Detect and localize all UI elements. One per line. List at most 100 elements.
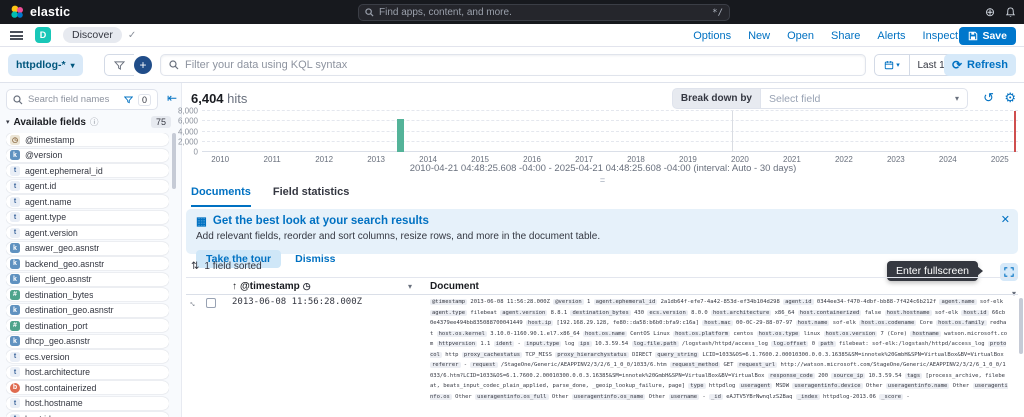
date-picker-calendar-button[interactable]: ▾	[874, 54, 910, 76]
nav-link-new[interactable]: New	[748, 30, 770, 42]
doc-field-value: 8.0.0	[688, 310, 711, 316]
doc-field-value: centos	[730, 331, 757, 337]
doc-table-scrollbar[interactable]	[1019, 298, 1023, 354]
doc-field-value: LCID=1033&OS=6.1.7600.2.00010300.0.0.3.1…	[699, 352, 1004, 358]
y-axis-tick-label: 2,000	[178, 137, 198, 146]
field-name: @timestamp	[25, 135, 75, 145]
field-name: agent.id	[25, 181, 56, 191]
field-item-answer_geo.asnstr[interactable]: kanswer_geo.asnstr	[6, 242, 169, 255]
doc-field-value: -	[903, 394, 910, 400]
field-name: client_geo.asnstr	[25, 274, 92, 284]
field-item-agent.ephemeral_id[interactable]: tagent.ephemeral_id	[6, 164, 169, 177]
tab-field-statistics[interactable]: Field statistics	[273, 186, 349, 207]
doc-field-value: [192.168.29.128, fe80::da58:b6b0:bfa9:c1…	[553, 320, 702, 326]
data-view-picker[interactable]: httpdlog-* ▾	[8, 54, 83, 76]
refresh-icon: ⟳	[952, 58, 962, 72]
field-item-dhcp_geo.asnstr[interactable]: kdhcp_geo.asnstr	[6, 335, 169, 348]
field-item-host.containerized[interactable]: bhost.containerized	[6, 381, 169, 394]
save-button[interactable]: Save	[959, 27, 1016, 45]
timestamp-column-header[interactable]: ↑ @timestamp ◷	[232, 281, 311, 292]
doc-field-value: 00-0C-29-88-07-97	[733, 320, 796, 326]
doc-field-name-chip: hostname	[910, 331, 941, 337]
doc-field-name-chip: proxy_cachestatus	[462, 352, 522, 358]
histogram-settings-gear-icon[interactable]: ⚙	[1004, 90, 1016, 106]
field-item-agent.name[interactable]: tagent.name	[6, 195, 169, 208]
tab-documents[interactable]: Documents	[191, 186, 251, 207]
field-item-agent.type[interactable]: tagent.type	[6, 211, 169, 224]
global-search-input[interactable]: Find apps, content, and more. */	[358, 4, 730, 21]
brand-name: elastic	[30, 5, 70, 19]
breakdown-select[interactable]: Select field ▾	[760, 88, 968, 109]
histogram-bar-2013-06[interactable]	[397, 119, 404, 152]
row-checkbox[interactable]	[206, 298, 216, 308]
sidebar-scrollbar[interactable]	[172, 133, 176, 189]
doc-field-name-chip: host.ip	[526, 320, 553, 326]
field-item-@timestamp[interactable]: ◷@timestamp	[6, 133, 169, 146]
doc-field-name-chip: username	[669, 394, 700, 400]
field-item-agent.id[interactable]: tagent.id	[6, 180, 169, 193]
doc-field-value: 430	[631, 310, 648, 316]
sorted-fields-label: 1 field sorted	[204, 261, 261, 272]
app-nav-bar: D Discover ✓ OptionsNewOpenShareAlertsIn…	[0, 24, 1024, 47]
expand-row-icon[interactable]: ↔	[187, 296, 200, 309]
add-filter-button[interactable]: +	[134, 56, 152, 74]
notifications-bell-icon[interactable]	[1005, 7, 1016, 18]
dismiss-button[interactable]: Dismiss	[295, 253, 335, 265]
field-search-input[interactable]: Search field names 0	[6, 89, 158, 110]
field-item-ecs.version[interactable]: tecs.version	[6, 350, 169, 363]
field-name: backend_geo.asnstr	[25, 259, 104, 269]
field-item-destination_geo.asnstr[interactable]: kdestination_geo.asnstr	[6, 304, 169, 317]
field-item-destination_port[interactable]: #destination_port	[6, 319, 169, 332]
field-item-backend_geo.asnstr[interactable]: kbackend_geo.asnstr	[6, 257, 169, 270]
kql-search-input[interactable]: Filter your data using KQL syntax	[160, 54, 866, 76]
panel-resize-handle[interactable]: =	[182, 175, 1024, 185]
global-search-placeholder: Find apps, content, and more.	[379, 7, 707, 18]
field-item-host.hostname[interactable]: thost.hostname	[6, 397, 169, 410]
nav-link-options[interactable]: Options	[693, 30, 731, 42]
histogram-reset-icon[interactable]: ↺	[983, 90, 994, 106]
field-type-keyword-icon: k	[10, 336, 20, 346]
nav-link-open[interactable]: Open	[787, 30, 814, 42]
discover-app-badge[interactable]: D	[35, 27, 51, 43]
doc-field-value: Other	[549, 394, 572, 400]
calendar-icon	[884, 60, 894, 70]
doc-field-name-chip: httpversion	[437, 341, 477, 347]
doc-field-name-chip: host.os.name	[583, 331, 627, 337]
field-item-client_geo.asnstr[interactable]: kclient_geo.asnstr	[6, 273, 169, 286]
field-filter-icon[interactable]	[124, 96, 133, 104]
field-item-host.architecture[interactable]: thost.architecture	[6, 366, 169, 379]
global-header: elastic Find apps, content, and more. */…	[0, 0, 1024, 24]
result-tabs: Documents Field statistics	[191, 186, 349, 207]
close-icon[interactable]: ✕	[1001, 213, 1010, 226]
doc-field-value: 1	[584, 299, 594, 305]
document-column-header[interactable]: Document	[430, 281, 479, 292]
histogram-chart[interactable]: 02,0004,0006,0008,0002010201120122013201…	[202, 111, 1018, 152]
saved-query-filter-button[interactable]	[104, 54, 134, 76]
doc-field-value: -	[461, 362, 471, 368]
field-name: host.containerized	[25, 383, 96, 393]
doc-table-toolbar[interactable]: ⇅ 1 field sorted	[191, 261, 262, 272]
nav-link-alerts[interactable]: Alerts	[877, 30, 905, 42]
field-item-@version[interactable]: k@version	[6, 149, 169, 162]
menu-hamburger-icon[interactable]	[10, 31, 23, 40]
doc-field-value: 8.8.1	[547, 310, 570, 316]
refresh-button[interactable]: ⟳ Refresh	[944, 54, 1016, 76]
doc-field-name-chip: useragentinfo.os_name	[572, 394, 646, 400]
doc-table-header: ↑ @timestamp ◷ ▾ Document	[186, 277, 1018, 295]
main-content: 6,404 hits Break down by Select field ▾ …	[182, 83, 1024, 417]
field-item-destination_bytes[interactable]: #destination_bytes	[6, 288, 169, 301]
collapse-sidebar-icon[interactable]: ⇤	[167, 91, 177, 105]
field-item-agent.version[interactable]: tagent.version	[6, 226, 169, 239]
breadcrumb[interactable]: Discover	[63, 27, 122, 43]
available-fields-header[interactable]: ▾ Available fields ⓘ 75	[6, 116, 171, 128]
doc-field-name-chip: ips	[578, 341, 592, 347]
elastic-brand[interactable]: elastic	[0, 5, 70, 19]
help-globe-icon[interactable]: ⊕	[985, 5, 995, 19]
field-item-host.id[interactable]: thost.id	[6, 412, 169, 417]
nav-link-share[interactable]: Share	[831, 30, 860, 42]
doc-field-name-chip: host.os.type	[757, 331, 801, 337]
doc-field-value: 2a1db64f-efe7-4a42-853d-ef34b104d298	[657, 299, 783, 305]
field-list: ◷@timestamp k@version tagent.ephemeral_idt…	[6, 133, 169, 417]
column-menu-chevron-icon[interactable]: ▾	[408, 282, 412, 291]
nav-link-inspect[interactable]: Inspect	[923, 30, 958, 42]
